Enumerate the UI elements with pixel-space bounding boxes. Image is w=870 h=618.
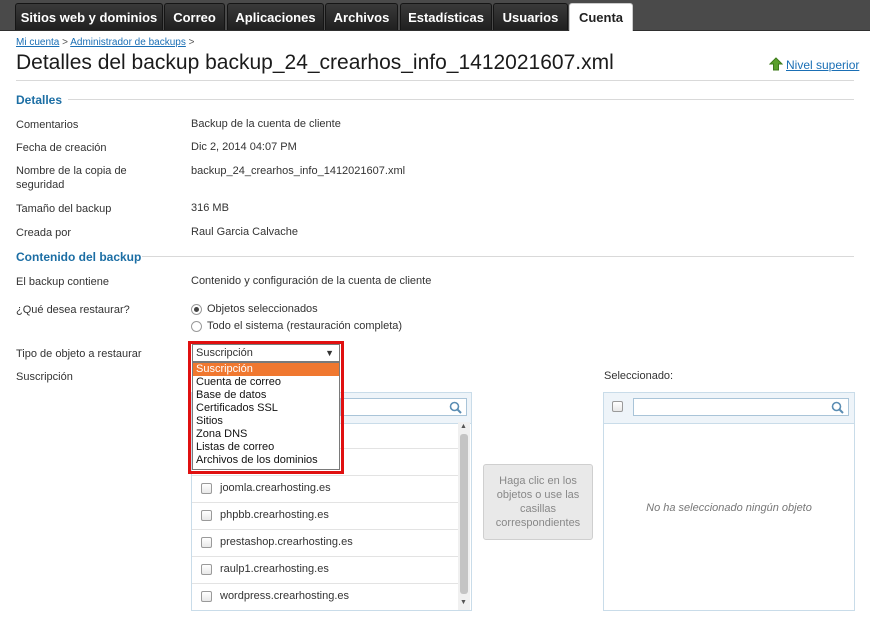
detail-label: Nombre de la copia de seguridad <box>16 165 127 191</box>
item-checkbox[interactable] <box>201 510 212 521</box>
scroll-down-icon[interactable]: ▼ <box>460 599 467 606</box>
list-item[interactable]: wordpress.crearhosting.es <box>192 583 458 610</box>
selection-hint: Haga clic en los objetos o use las casil… <box>483 464 593 540</box>
section-content-heading: Contenido del backup <box>16 250 142 264</box>
up-level-link[interactable]: Nivel superior <box>769 57 859 72</box>
search-icon <box>449 401 462 414</box>
list-item[interactable]: prestashop.crearhosting.es <box>192 529 458 557</box>
item-label: wordpress.crearhosting.es <box>220 590 350 602</box>
up-arrow-icon <box>769 57 783 71</box>
title-divider <box>16 80 854 81</box>
empty-selection-message: No ha seleccionado ningún objeto <box>646 502 812 514</box>
object-type-select[interactable]: Suscripción ▼ <box>192 344 340 362</box>
item-label: raulp1.crearhosting.es <box>220 563 329 575</box>
page-title: Detalles del backup backup_24_crearhos_i… <box>16 51 614 74</box>
option-ssl-certificates[interactable]: Certificados SSL <box>193 402 339 415</box>
tab-mail[interactable]: Correo <box>164 3 225 30</box>
detail-label: Creada por <box>16 227 72 239</box>
detail-value: Dic 2, 2014 04:07 PM <box>191 141 297 153</box>
list-item[interactable]: phpbb.crearhosting.es <box>192 502 458 530</box>
radio-selected-objects[interactable] <box>191 304 202 315</box>
option-database[interactable]: Base de datos <box>193 389 339 402</box>
breadcrumb-separator: > <box>62 37 68 48</box>
chevron-down-icon: ▼ <box>325 348 334 358</box>
breadcrumb-separator: > <box>188 37 195 48</box>
detail-value: backup_24_crearhos_info_1412021607.xml <box>191 165 406 177</box>
option-mailing-lists[interactable]: Listas de correo <box>193 441 339 454</box>
detail-value: Raul Garcia Calvache <box>191 226 298 238</box>
detail-value: 316 MB <box>191 202 229 214</box>
radio-selected-objects-label: Objetos seleccionados <box>207 303 318 315</box>
item-label: joomla.crearhosting.es <box>220 482 331 494</box>
backup-contains-value: Contenido y configuración de la cuenta d… <box>191 275 432 287</box>
list-item[interactable]: raulp1.crearhosting.es <box>192 556 458 584</box>
scroll-up-icon[interactable]: ▲ <box>460 423 467 430</box>
tab-statistics[interactable]: Estadísticas <box>400 3 492 30</box>
detail-label: Comentarios <box>16 119 79 131</box>
item-checkbox[interactable] <box>201 591 212 602</box>
select-value: Suscripción <box>196 347 253 359</box>
item-checkbox[interactable] <box>201 537 212 548</box>
breadcrumb: Mi cuenta > Administrador de backups > <box>16 37 194 48</box>
item-checkbox[interactable] <box>201 483 212 494</box>
tab-files[interactable]: Archivos <box>325 3 398 30</box>
tab-account[interactable]: Cuenta <box>569 3 633 31</box>
top-nav: Sitios web y dominios Correo Aplicacione… <box>0 0 870 31</box>
section-divider <box>68 99 854 100</box>
list-scrollbar[interactable]: ▲ ▼ <box>458 422 470 610</box>
list-item[interactable]: joomla.crearhosting.es <box>192 475 458 503</box>
detail-label: Fecha de creación <box>16 142 107 154</box>
detail-label: Tamaño del backup <box>16 203 112 215</box>
tab-users[interactable]: Usuarios <box>493 3 568 30</box>
radio-full-system-label: Todo el sistema (restauración completa) <box>207 320 403 332</box>
item-label: prestashop.crearhosting.es <box>220 536 353 548</box>
available-search-input[interactable] <box>340 398 467 416</box>
object-type-label: Tipo de objeto a restaurar <box>16 348 142 360</box>
tab-websites[interactable]: Sitios web y dominios <box>15 3 163 30</box>
option-domain-files[interactable]: Archivos de los dominios <box>193 454 339 467</box>
backup-contains-label: El backup contiene <box>16 276 109 288</box>
subscription-label: Suscripción <box>16 371 73 383</box>
option-dns-zone[interactable]: Zona DNS <box>193 428 339 441</box>
item-label: phpbb.crearhosting.es <box>220 509 329 521</box>
section-details-heading: Detalles <box>16 93 63 107</box>
detail-value: Backup de la cuenta de cliente <box>191 118 341 130</box>
selected-search-input[interactable] <box>633 398 849 416</box>
option-subscription[interactable]: Suscripción <box>193 363 339 376</box>
radio-full-system[interactable] <box>191 321 202 332</box>
search-icon <box>831 401 844 414</box>
breadcrumb-backup-manager[interactable]: Administrador de backups <box>70 37 186 48</box>
breadcrumb-my-account[interactable]: Mi cuenta <box>16 37 59 48</box>
scrollbar-thumb[interactable] <box>460 434 468 594</box>
selected-label: Seleccionado: <box>604 370 674 382</box>
object-type-options: Suscripción Cuenta de correo Base de dat… <box>192 362 340 470</box>
option-sites[interactable]: Sitios <box>193 415 339 428</box>
restore-what-label: ¿Qué desea restaurar? <box>16 304 130 316</box>
item-checkbox[interactable] <box>201 564 212 575</box>
option-mail-account[interactable]: Cuenta de correo <box>193 376 339 389</box>
up-level-label: Nivel superior <box>786 58 860 72</box>
select-all-checkbox[interactable] <box>612 401 623 412</box>
section-divider <box>142 256 854 257</box>
tab-applications[interactable]: Aplicaciones <box>227 3 324 30</box>
